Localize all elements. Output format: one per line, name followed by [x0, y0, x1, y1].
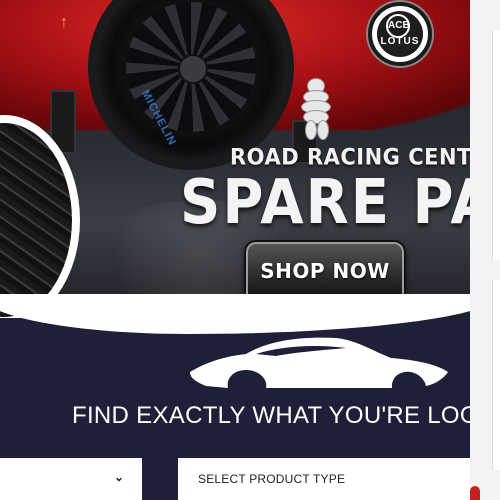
vehicle-select[interactable]: ⌄ [0, 458, 142, 500]
shop-now-label: SHOP NOW [260, 259, 390, 283]
red-indicator [470, 486, 480, 500]
arrow-decal-icon: ↑ [60, 14, 68, 31]
product-type-select[interactable]: SELECT PRODUCT TYPE [178, 458, 470, 500]
michelin-man-icon [295, 78, 335, 140]
hero-banner: MICHELIN ↑ ACB LOTUS ROAD RACING CENTER … [0, 0, 470, 318]
finder-heading: FIND EXACTLY WHAT YOU'RE LOOK [72, 402, 496, 429]
car-wheel-image [96, 0, 286, 162]
hero-title: SPARE PARTS [180, 166, 470, 239]
side-card [492, 30, 500, 260]
side-card [492, 280, 500, 470]
side-panel [470, 0, 500, 500]
chevron-down-icon: ⌄ [113, 470, 124, 484]
sports-car-silhouette-icon [190, 337, 448, 388]
product-type-select-value: SELECT PRODUCT TYPE [198, 472, 346, 486]
wave-divider [0, 294, 500, 334]
lotus-logo-icon: ACB LOTUS [368, 2, 432, 66]
